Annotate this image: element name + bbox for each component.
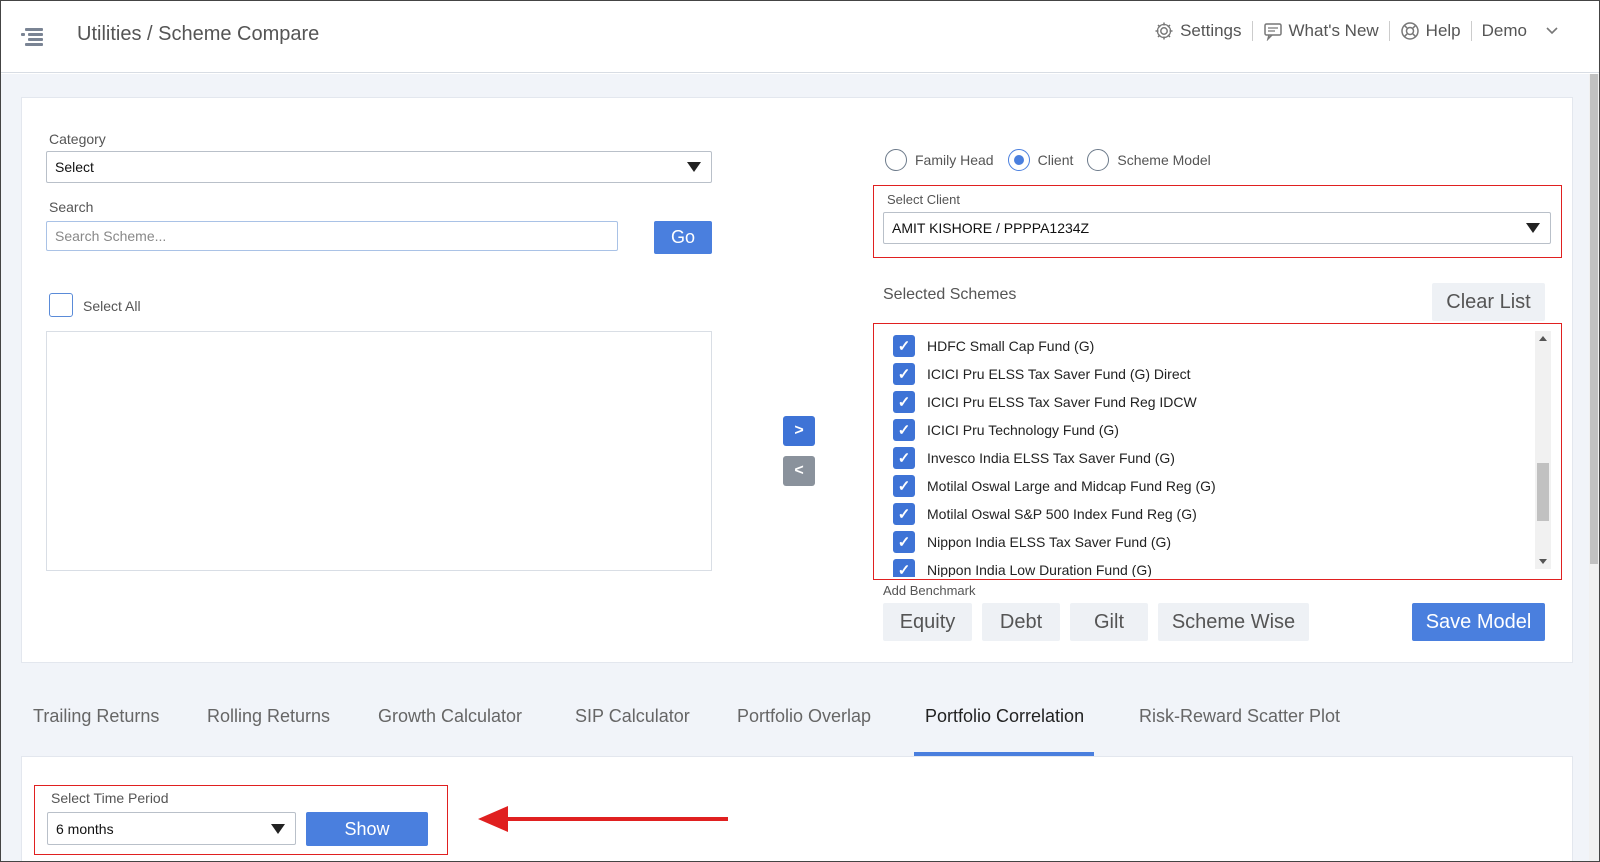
scroll-up-icon[interactable]	[1539, 336, 1547, 341]
tab-sip-calculator[interactable]: SIP Calculator	[575, 706, 690, 727]
select-client-label: Select Client	[887, 192, 960, 207]
checkmark-icon[interactable]: ✓	[893, 363, 915, 385]
scroll-down-icon[interactable]	[1539, 559, 1547, 564]
checkmark-icon[interactable]: ✓	[893, 391, 915, 413]
tab-growth-calculator[interactable]: Growth Calculator	[378, 706, 522, 727]
scheme-name: Invesco India ELSS Tax Saver Fund (G)	[927, 450, 1175, 466]
tab-portfolio-correlation[interactable]: Portfolio Correlation	[925, 706, 1084, 727]
hamburger-menu-icon[interactable]	[21, 25, 45, 49]
tab-portfolio-overlap[interactable]: Portfolio Overlap	[737, 706, 871, 727]
scheme-item[interactable]: ✓ Motilal Oswal S&P 500 Index Fund Reg (G…	[893, 501, 1197, 527]
checkmark-icon[interactable]: ✓	[893, 419, 915, 441]
search-label: Search	[49, 199, 94, 215]
selection-mode-radios: Family Head Client Scheme Model	[885, 149, 1225, 171]
remove-scheme-button[interactable]: <	[783, 456, 815, 486]
benchmark-equity-button[interactable]: Equity	[883, 603, 972, 641]
radio-label: Family Head	[915, 152, 994, 168]
scheme-name: ICICI Pru ELSS Tax Saver Fund Reg IDCW	[927, 394, 1197, 410]
available-schemes-list[interactable]	[46, 331, 712, 571]
search-input[interactable]	[46, 221, 618, 251]
help-link[interactable]: Help	[1390, 21, 1471, 41]
scheme-item[interactable]: ✓ ICICI Pru Technology Fund (G)	[893, 417, 1119, 443]
radio-circle	[885, 149, 907, 171]
scheme-name: Nippon India Low Duration Fund (G)	[927, 562, 1152, 577]
schemes-scrollbar-thumb[interactable]	[1537, 463, 1549, 521]
select-all-label: Select All	[83, 298, 141, 314]
checkmark-icon[interactable]: ✓	[893, 503, 915, 525]
tab-rolling-returns[interactable]: Rolling Returns	[207, 706, 330, 727]
scheme-item[interactable]: ✓ Motilal Oswal Large and Midcap Fund Reg…	[893, 473, 1216, 499]
settings-label: Settings	[1180, 21, 1242, 40]
benchmark-gilt-button[interactable]: Gilt	[1070, 603, 1148, 641]
dropdown-caret-icon	[1526, 223, 1540, 233]
dropdown-caret-icon	[271, 823, 285, 834]
go-button[interactable]: Go	[654, 221, 712, 254]
selected-schemes-list[interactable]: ✓ HDFC Small Cap Fund (G) ✓ ICICI Pru ELSS…	[875, 327, 1537, 577]
select-all-checkbox[interactable]	[49, 293, 73, 317]
clear-list-button[interactable]: Clear List	[1432, 283, 1545, 321]
lifebuoy-icon	[1400, 21, 1420, 41]
settings-link[interactable]: Settings	[1144, 21, 1251, 41]
schemes-scrollbar[interactable]	[1535, 331, 1551, 569]
chevron-down-icon	[1545, 21, 1559, 41]
breadcrumb: Utilities / Scheme Compare	[77, 23, 320, 45]
help-label: Help	[1425, 21, 1461, 40]
message-icon	[1263, 21, 1283, 41]
scheme-item[interactable]: ✓ HDFC Small Cap Fund (G)	[893, 333, 1094, 359]
scheme-item[interactable]: ✓ Nippon India Low Duration Fund (G)	[893, 557, 1152, 577]
tab-trailing-returns[interactable]: Trailing Returns	[33, 706, 159, 727]
analysis-tabs: Trailing Returns Rolling Returns Growth …	[1, 706, 1599, 756]
radio-circle	[1087, 149, 1110, 171]
checkmark-icon[interactable]: ✓	[893, 559, 915, 577]
scheme-name: HDFC Small Cap Fund (G)	[927, 338, 1095, 354]
category-select[interactable]: Select	[46, 151, 712, 183]
time-period-value: 6 months	[56, 820, 114, 837]
header-actions: Settings What's New Help Demo	[1144, 21, 1569, 41]
radio-label: Scheme Model	[1117, 152, 1211, 168]
benchmark-debt-button[interactable]: Debt	[982, 603, 1060, 641]
scheme-item[interactable]: ✓ ICICI Pru ELSS Tax Saver Fund Reg IDCW	[893, 389, 1197, 415]
radio-family-head[interactable]: Family Head	[885, 149, 994, 171]
checkmark-icon[interactable]: ✓	[893, 335, 915, 357]
time-period-label: Select Time Period	[51, 790, 169, 806]
client-select[interactable]: AMIT KISHORE / PPPPA1234Z	[883, 212, 1551, 244]
whats-new-link[interactable]: What's New	[1253, 21, 1389, 41]
save-model-button[interactable]: Save Model	[1412, 603, 1545, 641]
top-header: Utilities / Scheme Compare Settings What…	[1, 1, 1599, 73]
scheme-name: ICICI Pru ELSS Tax Saver Fund (G) Direct	[927, 366, 1191, 382]
whats-new-label: What's New	[1288, 21, 1379, 40]
scheme-name: Motilal Oswal Large and Midcap Fund Reg …	[927, 478, 1216, 494]
dropdown-caret-icon	[687, 162, 701, 172]
benchmark-scheme-wise-button[interactable]: Scheme Wise	[1158, 603, 1309, 641]
scheme-item[interactable]: ✓ Nippon India ELSS Tax Saver Fund (G)	[893, 529, 1171, 555]
add-benchmark-label: Add Benchmark	[883, 583, 976, 598]
radio-scheme-model[interactable]: Scheme Model	[1087, 149, 1211, 171]
scheme-name: Nippon India ELSS Tax Saver Fund (G)	[927, 534, 1172, 550]
user-label: Demo	[1481, 21, 1527, 40]
time-period-select[interactable]: 6 months	[47, 812, 296, 845]
client-value: AMIT KISHORE / PPPPA1234Z	[892, 220, 1090, 236]
checkmark-icon[interactable]: ✓	[893, 531, 915, 553]
page-scrollbar-thumb[interactable]	[1590, 74, 1598, 564]
scheme-item[interactable]: ✓ ICICI Pru ELSS Tax Saver Fund (G) Direc…	[893, 361, 1191, 387]
scheme-name: Motilal Oswal S&P 500 Index Fund Reg (G)	[927, 506, 1197, 522]
scheme-item[interactable]: ✓ Invesco India ELSS Tax Saver Fund (G)	[893, 445, 1175, 471]
show-button[interactable]: Show	[306, 812, 428, 846]
user-menu[interactable]: Demo	[1472, 21, 1569, 41]
category-label: Category	[49, 131, 106, 147]
radio-label: Client	[1037, 152, 1074, 168]
scheme-name: ICICI Pru Technology Fund (G)	[927, 422, 1119, 438]
selected-schemes-label: Selected Schemes	[883, 286, 1017, 303]
add-scheme-button[interactable]: >	[783, 416, 815, 446]
red-arrow-icon	[478, 806, 728, 832]
radio-circle-selected	[1007, 149, 1030, 171]
app-window: Utilities / Scheme Compare Settings What…	[0, 0, 1600, 862]
radio-client[interactable]: Client	[1007, 149, 1074, 171]
checkmark-icon[interactable]: ✓	[893, 447, 915, 469]
category-value: Select	[55, 159, 94, 175]
gear-icon	[1154, 21, 1174, 41]
checkmark-icon[interactable]: ✓	[893, 475, 915, 497]
tab-risk-reward-scatter-plot[interactable]: Risk-Reward Scatter Plot	[1139, 706, 1340, 727]
